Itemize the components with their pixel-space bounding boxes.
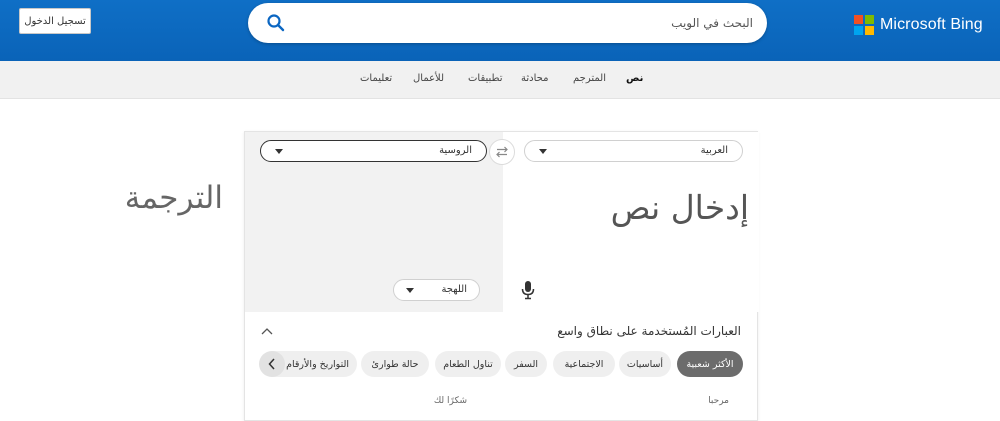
target-language-select[interactable]: الروسية [260,140,487,162]
source-language-label: العربية [700,145,728,156]
microsoft-logo-icon [854,15,874,35]
dialect-label: اللهجة [441,284,467,295]
tab-help[interactable]: تعليمات [360,73,392,84]
phrase-category-chip[interactable]: تناول الطعام [435,351,501,377]
logo-text: Microsoft Bing [880,16,983,33]
chevron-up-icon[interactable] [260,325,274,337]
caret-down-icon [539,149,547,154]
sign-in-button[interactable]: تسجيل الدخول [19,8,91,34]
phrase-category-chip[interactable]: الاجتماعية [553,351,615,377]
phrase-category-chip[interactable]: السفر [505,351,547,377]
swap-languages-button[interactable] [489,139,515,165]
search-input[interactable] [313,13,753,33]
search-box[interactable] [248,3,767,43]
phrase-target-heading: شكرًا لك [433,396,467,406]
tab-conversation[interactable]: محادثة [521,73,548,84]
phrase-source-heading: مرحبا [708,396,729,406]
tab-apps[interactable]: تطبيقات [468,73,503,84]
phrase-category-chip[interactable]: أساسيات [619,351,671,377]
translator-card: الترجمة اللهجة إدخال نص الروسية العربية … [125,131,759,421]
chevron-left-icon [268,358,275,370]
caret-down-icon [406,288,414,293]
source-language-select[interactable]: العربية [524,140,743,162]
source-input[interactable]: إدخال نص [611,188,749,227]
translator-nav: نص المترجم محادثة تطبيقات للأعمال تعليما… [0,61,1000,99]
tab-business[interactable]: للأعمال [413,73,444,84]
phrases-title: العبارات المُستخدمة على نطاق واسع [557,324,741,338]
target-language-label: الروسية [439,145,472,156]
dialect-select[interactable]: اللهجة [393,279,480,301]
microphone-icon[interactable] [520,280,536,300]
translation-output: الترجمة [124,180,223,216]
microsoft-bing-logo[interactable]: Microsoft Bing [854,15,983,35]
caret-down-icon [275,149,283,154]
swap-arrows-icon [496,146,508,158]
top-header: تسجيل الدخول Microsoft Bing [0,0,1000,61]
phrase-category-chip[interactable]: حالة طوارئ [361,351,429,377]
search-icon[interactable] [266,13,286,33]
phrase-category-chip[interactable]: الأكثر شعبية [677,351,743,377]
tab-translator[interactable]: المترجم [573,73,606,84]
scroll-chips-button[interactable] [259,351,285,377]
tab-text[interactable]: نص [626,73,643,84]
